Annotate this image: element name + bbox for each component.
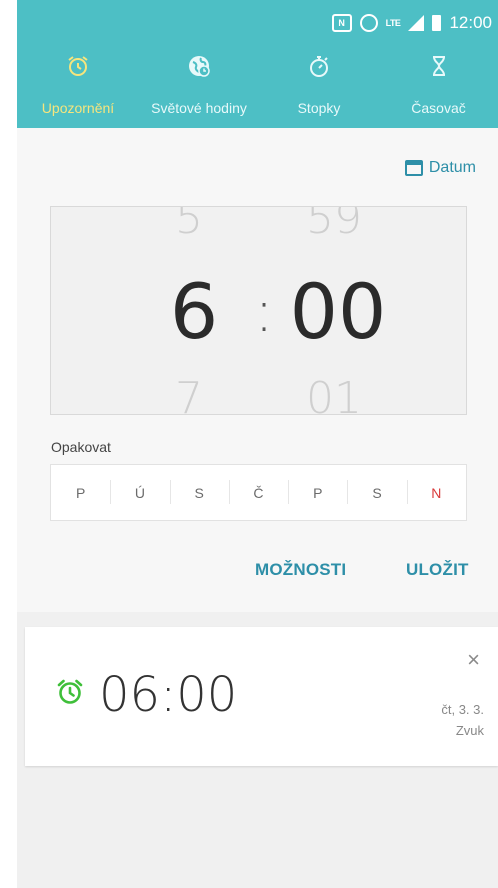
time-separator: : [254, 277, 274, 345]
signal-icon [408, 15, 425, 31]
repeat-days: P Ú S Č P S N [50, 464, 467, 521]
tab-stopwatch-label: Stopky [297, 100, 341, 116]
calendar-icon [404, 160, 423, 176]
hour-prev[interactable]: 5 [169, 207, 209, 244]
nfc-icon: N [331, 14, 352, 32]
tab-alarm[interactable]: Upozornění [17, 46, 139, 128]
alarm-clock-icon [68, 56, 88, 76]
date-button-label: Datum [428, 159, 476, 176]
alarm-time: 06:00 [99, 667, 238, 723]
options-button[interactable]: MOŽNOSTI [255, 560, 346, 580]
day-monday[interactable]: P [51, 465, 110, 520]
alarm-date: čt, 3. 3. [441, 702, 484, 717]
hourglass-icon [432, 56, 445, 76]
day-wednesday[interactable]: S [169, 465, 229, 520]
tab-world-clock[interactable]: Světové hodiny [139, 46, 259, 128]
hour-next[interactable]: 7 [169, 373, 209, 414]
status-icons: N LTE 12:00 [331, 13, 492, 33]
alarm-sound: Zvuk [455, 723, 484, 738]
repeat-label: Opakovat [51, 439, 111, 455]
minute-prev[interactable]: 59 [289, 207, 379, 244]
tab-timer[interactable]: Časovač [379, 46, 498, 128]
day-sunday[interactable]: N [406, 465, 466, 520]
minute-value[interactable]: 00 [283, 267, 393, 356]
tab-world-clock-label: Světové hodiny [151, 100, 247, 116]
save-button[interactable]: ULOŽIT [406, 560, 469, 580]
date-button[interactable]: Datum [404, 159, 476, 177]
day-thursday[interactable]: Č [228, 465, 288, 520]
battery-icon [432, 15, 442, 31]
alarm-clock-icon[interactable] [56, 678, 84, 706]
tab-timer-label: Časovač [411, 100, 466, 116]
alarm-editor: Datum 5 59 6 : 00 7 01 Opakovat P Ú S Č … [17, 128, 498, 612]
close-icon[interactable]: × [467, 647, 480, 673]
tab-stopwatch[interactable]: Stopky [259, 46, 379, 128]
hour-value[interactable]: 6 [164, 267, 224, 356]
alarm-list-item[interactable]: 06:00 × čt, 3. 3. Zvuk [25, 627, 498, 766]
globe-icon [189, 56, 210, 77]
stopwatch-icon [310, 56, 328, 77]
time-picker[interactable]: 5 59 6 : 00 7 01 [50, 206, 467, 415]
clock-app-screen: N LTE 12:00 Upozornění Světové hodiny St… [17, 0, 498, 888]
lte-icon: LTE [385, 18, 401, 28]
status-time: 12:00 [449, 13, 492, 32]
alarm-status-icon [359, 14, 378, 32]
tab-bar: Upozornění Světové hodiny Stopky Časovač [17, 46, 498, 173]
day-friday[interactable]: P [288, 465, 347, 520]
minute-next[interactable]: 01 [289, 373, 379, 414]
day-tuesday[interactable]: Ú [110, 465, 169, 520]
day-saturday[interactable]: S [347, 465, 406, 520]
tab-alarm-label: Upozornění [41, 100, 115, 116]
status-bar: N LTE 12:00 [17, 0, 498, 46]
